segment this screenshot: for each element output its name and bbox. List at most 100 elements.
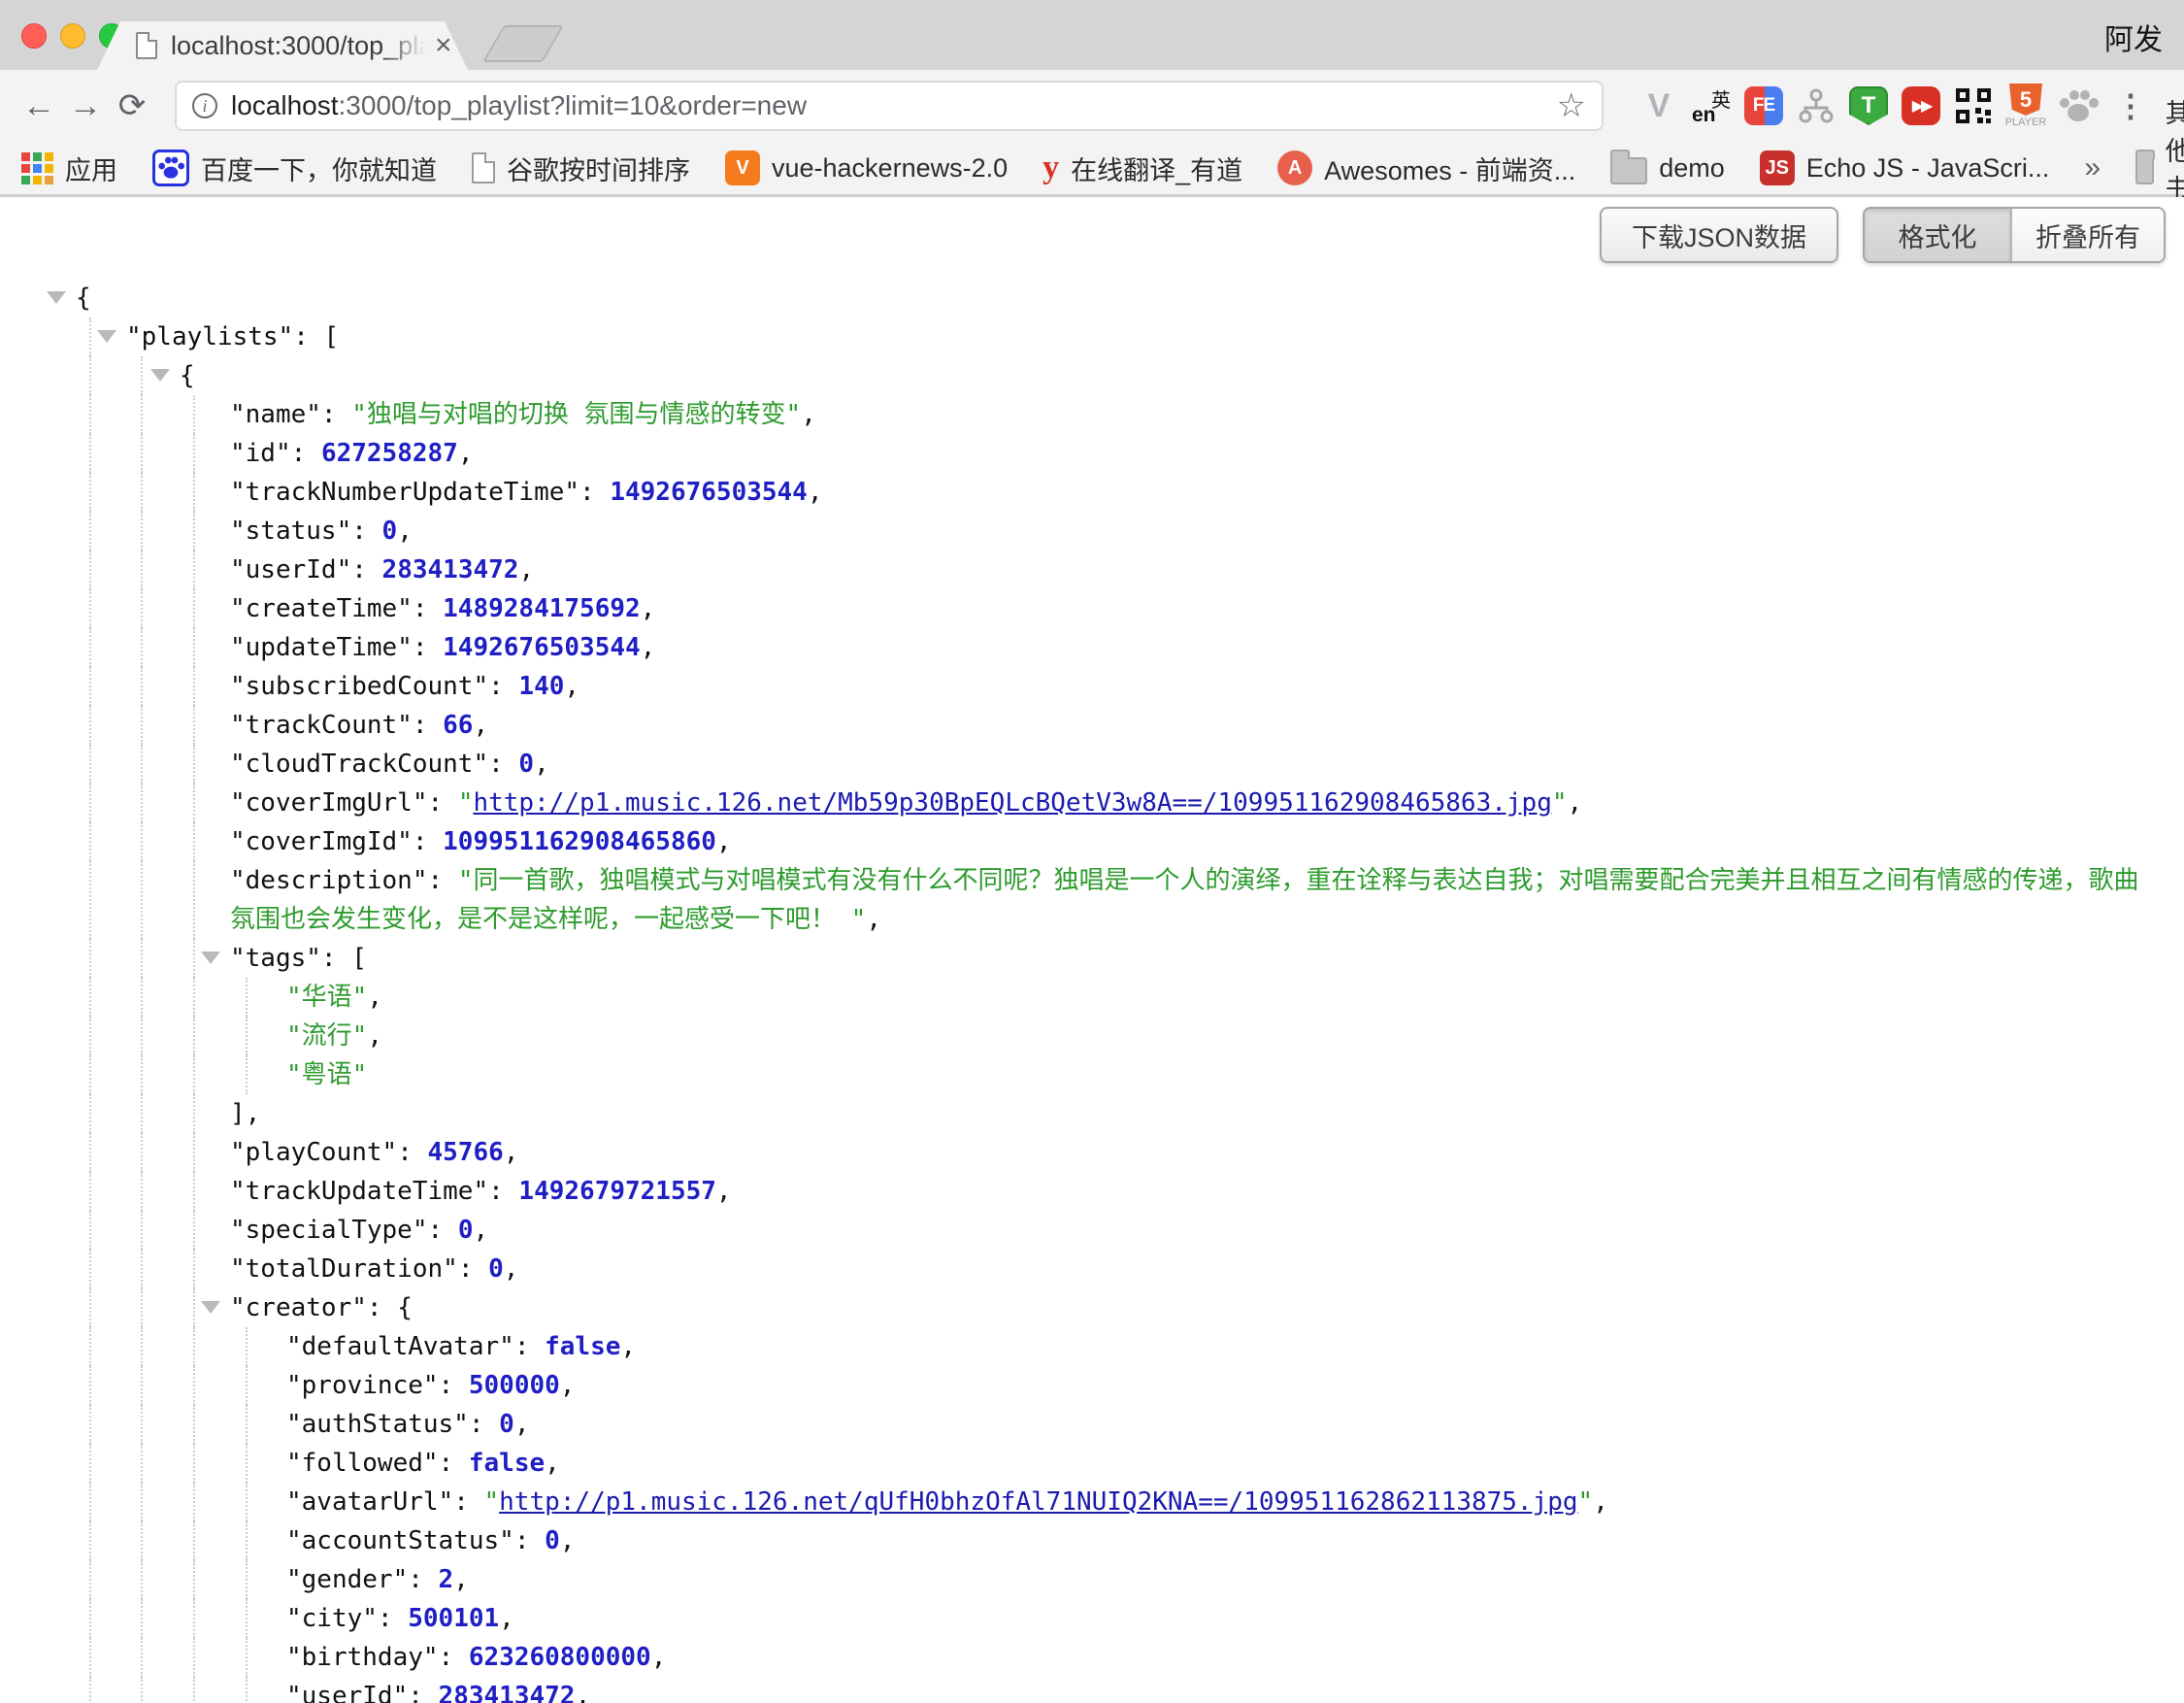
indent-guide bbox=[141, 667, 143, 706]
browser-tab[interactable]: localhost:3000/top_playlist?lim × bbox=[97, 21, 468, 70]
json-line: "粤语" bbox=[0, 1055, 2184, 1094]
json-number: 0 bbox=[458, 1216, 474, 1245]
page-info-icon[interactable]: i bbox=[192, 93, 217, 118]
json-punct: , bbox=[808, 478, 823, 507]
json-punct: , bbox=[564, 672, 579, 701]
indent-guide bbox=[193, 628, 195, 667]
vue-devtools-icon[interactable]: V bbox=[1637, 83, 1681, 128]
bookmarks-overflow-icon[interactable]: » bbox=[2084, 151, 2101, 184]
json-punct: , bbox=[504, 1138, 519, 1167]
indent-guide bbox=[89, 395, 91, 434]
json-line: "userId": 283413472, bbox=[0, 551, 2184, 589]
json-link[interactable]: http://p1.music.126.net/qUfH0bhzOfAl71NU… bbox=[499, 1487, 1577, 1517]
json-number: 627258287 bbox=[321, 439, 458, 468]
indent-guide bbox=[141, 1055, 143, 1094]
bookmarks-bar: 应用百度一下，你就知道谷歌按时间排序 Vvue-hackernews-2.0 y在线… bbox=[0, 142, 2184, 197]
json-punct: , bbox=[620, 1332, 636, 1361]
tab-strip: localhost:3000/top_playlist?lim × 阿发 bbox=[0, 0, 2184, 70]
json-key: "userId" bbox=[286, 1682, 408, 1703]
download-json-button[interactable]: 下载JSON数据 bbox=[1600, 207, 1838, 263]
json-line: "defaultAvatar": false, bbox=[0, 1327, 2184, 1366]
json-key: "description" bbox=[230, 866, 428, 895]
json-punct: , bbox=[499, 1604, 514, 1633]
collapse-toggle-icon[interactable] bbox=[47, 291, 66, 304]
minimize-window-icon[interactable] bbox=[60, 23, 85, 49]
json-line: { bbox=[0, 279, 2184, 317]
json-string: " bbox=[458, 788, 474, 818]
new-tab-button[interactable] bbox=[482, 25, 564, 62]
tampermonkey-icon[interactable]: T bbox=[1846, 83, 1891, 128]
json-punct: : bbox=[413, 594, 443, 623]
json-line: ], bbox=[0, 1094, 2184, 1133]
collapse-toggle-icon[interactable] bbox=[97, 330, 116, 343]
fe-helper-icon[interactable]: FE bbox=[1741, 83, 1786, 128]
json-number: false bbox=[469, 1449, 545, 1478]
bookmark-item[interactable]: demo bbox=[1610, 151, 1725, 184]
format-button[interactable]: 格式化 bbox=[1865, 209, 2012, 261]
tab-close-icon[interactable]: × bbox=[435, 31, 452, 60]
json-number: 500000 bbox=[469, 1371, 560, 1400]
indent-guide bbox=[89, 1094, 91, 1133]
json-key: "province" bbox=[286, 1371, 439, 1400]
close-window-icon[interactable] bbox=[21, 23, 47, 49]
bookmark-item[interactable]: AAwesomes - 前端资... bbox=[1277, 150, 1575, 187]
html5-player-icon[interactable]: 5PLAYER bbox=[2003, 83, 2048, 128]
folder-icon bbox=[2135, 157, 2154, 184]
json-number: 2 bbox=[439, 1565, 454, 1594]
json-punct: : bbox=[439, 1449, 469, 1478]
json-punct: , bbox=[473, 711, 488, 740]
sitemap-icon[interactable] bbox=[1794, 83, 1838, 128]
collapse-toggle-icon[interactable] bbox=[201, 1301, 220, 1314]
bookmark-item[interactable]: Vvue-hackernews-2.0 bbox=[725, 150, 1008, 185]
fast-forward-icon[interactable]: ▶▶ bbox=[1899, 83, 1943, 128]
json-link[interactable]: http://p1.music.126.net/Mb59p30BpEQLcBQe… bbox=[473, 788, 1551, 818]
collapse-toggle-icon[interactable] bbox=[201, 952, 220, 964]
json-line: "authStatus": 0, bbox=[0, 1405, 2184, 1444]
profile-name[interactable]: 阿发 bbox=[2104, 16, 2163, 58]
bookmark-item[interactable]: y在线翻译_有道 bbox=[1042, 150, 1242, 187]
json-key: "defaultAvatar" bbox=[286, 1332, 514, 1361]
indent-guide bbox=[141, 1599, 143, 1638]
indent-guide bbox=[193, 1444, 195, 1483]
json-line: { bbox=[0, 356, 2184, 395]
address-bar[interactable]: i localhost:3000/top_playlist?limit=10&o… bbox=[175, 81, 1604, 131]
collapse-toggle-icon[interactable] bbox=[150, 369, 170, 382]
json-punct: : bbox=[469, 1410, 499, 1439]
letter-icon: y bbox=[1042, 150, 1059, 186]
collapse-all-button[interactable]: 折叠所有 bbox=[2012, 209, 2164, 261]
bookmark-item[interactable]: JSEcho JS - JavaScri... bbox=[1760, 150, 2050, 185]
json-key: "userId" bbox=[230, 555, 351, 584]
json-punct: : [ bbox=[293, 322, 339, 351]
json-line: "createTime": 1489284175692, bbox=[0, 589, 2184, 628]
paw-icon[interactable] bbox=[2056, 83, 2101, 128]
bookmark-item[interactable]: 应用 bbox=[21, 150, 117, 187]
json-key: "gender" bbox=[286, 1565, 408, 1594]
indent-guide bbox=[193, 1483, 195, 1521]
url-path: :3000/top_playlist?limit=10&order=new bbox=[339, 90, 808, 120]
baidu-paw-icon bbox=[152, 150, 189, 186]
indent-guide bbox=[141, 1638, 143, 1677]
qr-code-icon[interactable] bbox=[1951, 83, 1996, 128]
indent-guide bbox=[141, 1288, 143, 1327]
json-number: 283413472 bbox=[439, 1682, 576, 1703]
json-punct: : bbox=[579, 478, 610, 507]
bookmark-item[interactable]: 谷歌按时间排序 bbox=[472, 150, 690, 187]
json-line: "creator": { bbox=[0, 1288, 2184, 1327]
indent-guide bbox=[141, 1405, 143, 1444]
json-number: 0 bbox=[518, 750, 534, 779]
translate-icon[interactable]: 英en bbox=[1689, 83, 1734, 128]
bookmark-star-icon[interactable]: ☆ bbox=[1557, 86, 1586, 125]
json-number: 45766 bbox=[428, 1138, 504, 1167]
indent-guide bbox=[141, 822, 143, 861]
reload-icon[interactable]: ⟳ bbox=[109, 83, 155, 129]
json-punct: , bbox=[801, 400, 816, 429]
json-line: "id": 627258287, bbox=[0, 434, 2184, 473]
json-punct: , bbox=[866, 905, 881, 934]
forward-icon[interactable]: → bbox=[62, 83, 109, 129]
bookmark-item[interactable]: 百度一下，你就知道 bbox=[152, 150, 437, 187]
json-line: "province": 500000, bbox=[0, 1366, 2184, 1405]
indent-guide bbox=[193, 706, 195, 745]
back-icon[interactable]: ← bbox=[16, 83, 62, 129]
indent-guide bbox=[193, 473, 195, 512]
json-punct: : bbox=[488, 750, 518, 779]
